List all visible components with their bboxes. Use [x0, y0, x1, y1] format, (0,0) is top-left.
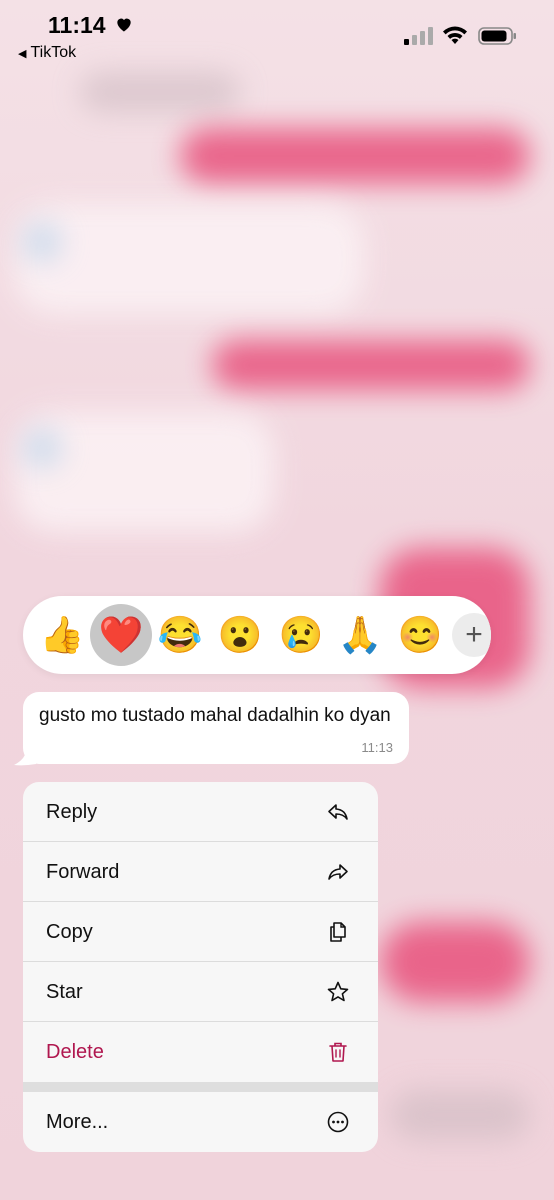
reaction-thumbs-up[interactable]: 👍 [31, 604, 93, 666]
selected-message-bubble[interactable]: gusto mo tustado mahal dadalhin ko dyan … [23, 692, 409, 764]
forward-icon [328, 864, 348, 880]
menu-item-forward[interactable]: Forward [23, 842, 378, 902]
menu-divider [23, 1082, 378, 1092]
menu-item-label: Copy [46, 920, 93, 943]
battery-icon [478, 27, 516, 45]
reaction-bar: 👍 ❤️ 😂 😮 😢 🙏 😊 + [23, 596, 491, 674]
menu-item-more[interactable]: More... [23, 1092, 378, 1152]
menu-item-label: Forward [46, 860, 120, 883]
copy-icon [330, 922, 346, 942]
menu-item-star[interactable]: Star [23, 962, 378, 1022]
menu-item-reply[interactable]: Reply [23, 782, 378, 842]
cellular-signal-icon [404, 27, 433, 45]
reaction-surprised[interactable]: 😮 [209, 604, 271, 666]
clock: 11:14 [48, 12, 106, 38]
wifi-icon [443, 26, 467, 44]
star-icon [327, 981, 349, 1002]
heart-icon [117, 18, 131, 32]
back-to-app-link[interactable]: ◀ TikTok [18, 44, 76, 62]
status-bar: 11:14 ◀ TikTok [0, 0, 554, 70]
message-timestamp: 11:13 [361, 740, 393, 755]
message-context-menu: Reply Forward Copy Star Delete More... [23, 782, 378, 1152]
menu-item-label: Delete [46, 1040, 104, 1063]
more-reactions-button[interactable]: + [452, 613, 491, 657]
more-icon [327, 1111, 349, 1133]
menu-item-delete[interactable]: Delete [23, 1022, 378, 1082]
reaction-laughing[interactable]: 😂 [149, 604, 211, 666]
trash-icon [329, 1042, 347, 1062]
reaction-smiling[interactable]: 😊 [389, 604, 451, 666]
reaction-crying[interactable]: 😢 [270, 604, 332, 666]
menu-item-label: More... [46, 1110, 109, 1133]
back-app-label: TikTok [30, 44, 77, 61]
menu-item-label: Star [46, 980, 83, 1003]
menu-item-copy[interactable]: Copy [23, 902, 378, 962]
reaction-heart[interactable]: ❤️ [90, 604, 152, 666]
reply-icon [328, 804, 348, 820]
message-text: gusto mo tustado mahal dadalhin ko dyan [39, 705, 391, 726]
menu-item-label: Reply [46, 800, 98, 823]
reaction-praying-hands[interactable]: 🙏 [329, 604, 391, 666]
back-arrow-icon: ◀ [18, 47, 27, 60]
